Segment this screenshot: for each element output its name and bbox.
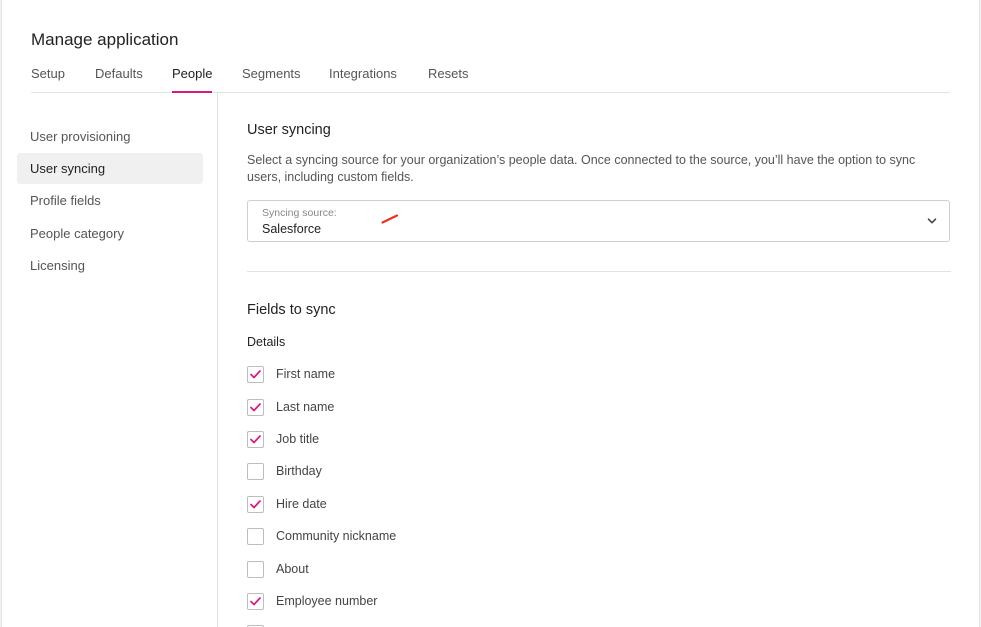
details-subheading: Details	[247, 335, 286, 349]
check-icon	[250, 435, 261, 444]
sidebar-item-people-category[interactable]: People category	[17, 218, 203, 249]
page-title: Manage application	[31, 30, 179, 49]
tab-segments[interactable]: Segments	[242, 66, 301, 92]
chevron-down-icon	[927, 218, 937, 224]
check-icon	[250, 403, 261, 412]
tab-resets[interactable]: Resets	[428, 66, 468, 92]
checkbox[interactable]	[247, 528, 264, 545]
sidebar-item-user-provisioning[interactable]: User provisioning	[17, 121, 203, 152]
section-title-user-syncing: User syncing	[247, 122, 331, 138]
syncing-source-value: Salesforce	[262, 222, 322, 236]
checkbox[interactable]	[247, 431, 264, 448]
checkbox-label: Hire date	[276, 497, 327, 511]
section-description: Select a syncing source for your organiz…	[247, 153, 916, 184]
tab-people[interactable]: People	[172, 66, 213, 93]
tab-bar: Setup Defaults People Segments Integrati…	[31, 66, 950, 93]
checkbox[interactable]	[247, 561, 264, 578]
tab-setup[interactable]: Setup	[31, 66, 65, 92]
checkbox[interactable]	[247, 399, 264, 416]
checkbox-label: Employee number	[276, 594, 378, 608]
checkbox-label: Birthday	[276, 464, 322, 478]
syncing-source-select[interactable]: Syncing source: Salesforce	[247, 200, 950, 242]
checkbox[interactable]	[247, 366, 264, 383]
sidebar-item-profile-fields[interactable]: Profile fields	[17, 185, 203, 216]
manage-application-panel: Manage application Setup Defaults People…	[1, 0, 980, 627]
checkbox-label: Community nickname	[276, 529, 397, 543]
section-title-fields-to-sync: Fields to sync	[247, 302, 336, 318]
tab-defaults[interactable]: Defaults	[95, 66, 143, 92]
checkbox-label: First name	[276, 367, 336, 381]
annotation-mark	[381, 214, 399, 224]
checkbox-label: Job title	[276, 432, 320, 446]
check-icon	[250, 370, 261, 379]
sidebar: User provisioning User syncing Profile f…	[2, 93, 218, 627]
check-icon	[250, 500, 261, 509]
sidebar-item-licensing[interactable]: Licensing	[17, 250, 203, 281]
syncing-source-label: Syncing source:	[262, 207, 337, 219]
checkbox[interactable]	[247, 463, 264, 480]
checkbox-label: About	[276, 562, 309, 576]
check-icon	[250, 597, 261, 606]
divider	[247, 271, 951, 272]
checkbox-label: Last name	[276, 400, 335, 414]
checkbox[interactable]	[247, 593, 264, 610]
checkbox[interactable]	[247, 496, 264, 513]
tab-integrations[interactable]: Integrations	[329, 66, 397, 92]
sidebar-item-user-syncing[interactable]: User syncing	[17, 153, 203, 184]
